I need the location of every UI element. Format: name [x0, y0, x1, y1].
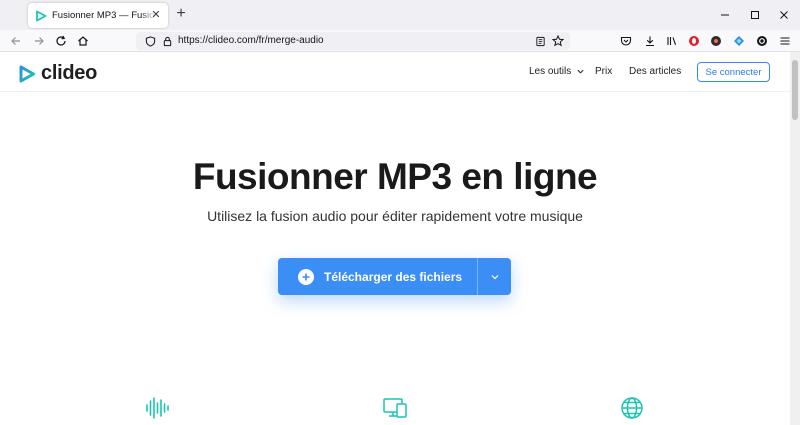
menu-articles[interactable]: Des articles: [629, 66, 681, 77]
menu-tools[interactable]: Les outils: [529, 66, 585, 77]
clideo-logo-icon: [19, 65, 35, 82]
page-subtitle: Utilisez la fusion audio pour éditer rap…: [207, 208, 583, 224]
web-page: clideo Les outils Prix Des articles Se c…: [0, 52, 790, 425]
opera-extension-icon[interactable]: [686, 33, 702, 49]
pocket-icon[interactable]: [618, 33, 634, 49]
menu-articles-label: Des articles: [629, 66, 682, 77]
upload-options-dropdown[interactable]: [478, 258, 511, 295]
chevron-down-icon: [491, 274, 498, 279]
window-close-icon[interactable]: [775, 6, 793, 24]
globe-icon: [619, 396, 645, 420]
chevron-down-icon: [577, 69, 584, 74]
url-bar[interactable]: https://clideo.com/fr/merge-audio: [136, 32, 570, 50]
library-icon[interactable]: [664, 33, 680, 49]
site-header: clideo Les outils Prix Des articles Se c…: [0, 52, 790, 92]
tab-close-icon[interactable]: ✕: [150, 9, 162, 21]
menu-hamburger-icon[interactable]: [777, 33, 793, 49]
downloads-icon[interactable]: [642, 33, 658, 49]
diamond-extension-icon[interactable]: [731, 33, 747, 49]
logo-text: clideo: [41, 62, 97, 84]
back-icon[interactable]: [8, 33, 24, 49]
new-tab-button[interactable]: +: [173, 6, 189, 22]
reader-view-icon[interactable]: [534, 35, 546, 47]
login-button[interactable]: Se connecter: [697, 62, 770, 82]
shield-icon[interactable]: [144, 35, 156, 47]
bookmark-star-icon[interactable]: [552, 35, 564, 47]
clideo-favicon-icon: [36, 10, 47, 21]
page-scrollbar[interactable]: [790, 52, 800, 425]
lock-icon[interactable]: [161, 35, 173, 47]
reload-icon[interactable]: [53, 33, 69, 49]
minimize-icon[interactable]: [716, 6, 734, 24]
home-icon[interactable]: [75, 33, 91, 49]
waveform-icon: [144, 396, 170, 420]
menu-pricing[interactable]: Prix: [595, 66, 612, 77]
menu-tools-label: Les outils: [529, 66, 572, 77]
link-extension-icon[interactable]: [754, 33, 770, 49]
page-title: Fusionner MP3 en ligne: [192, 156, 598, 197]
browser-navbar: https://clideo.com/fr/merge-audio: [0, 30, 800, 52]
browser-titlebar: Fusionner MP3 — Fusionneur audio ✕ +: [0, 0, 800, 30]
browser-tab[interactable]: Fusionner MP3 — Fusionneur audio ✕: [28, 3, 168, 28]
upload-files-label: Télécharger des fichiers: [324, 269, 463, 284]
url-text[interactable]: https://clideo.com/fr/merge-audio: [178, 35, 324, 46]
forward-icon[interactable]: [31, 33, 47, 49]
tab-title: Fusionner MP3 — Fusionneur audio: [52, 10, 156, 21]
scrollbar-thumb[interactable]: [792, 60, 798, 120]
privacy-extension-icon[interactable]: [708, 33, 724, 49]
devices-icon: [382, 396, 408, 420]
upload-files-button[interactable]: Télécharger des fichiers: [278, 258, 477, 295]
menu-pricing-label: Prix: [595, 66, 613, 77]
plus-icon: [298, 268, 314, 285]
maximize-icon[interactable]: [746, 6, 764, 24]
upload-button-group: Télécharger des fichiers: [278, 258, 511, 295]
clideo-logo[interactable]: clideo: [18, 62, 97, 85]
